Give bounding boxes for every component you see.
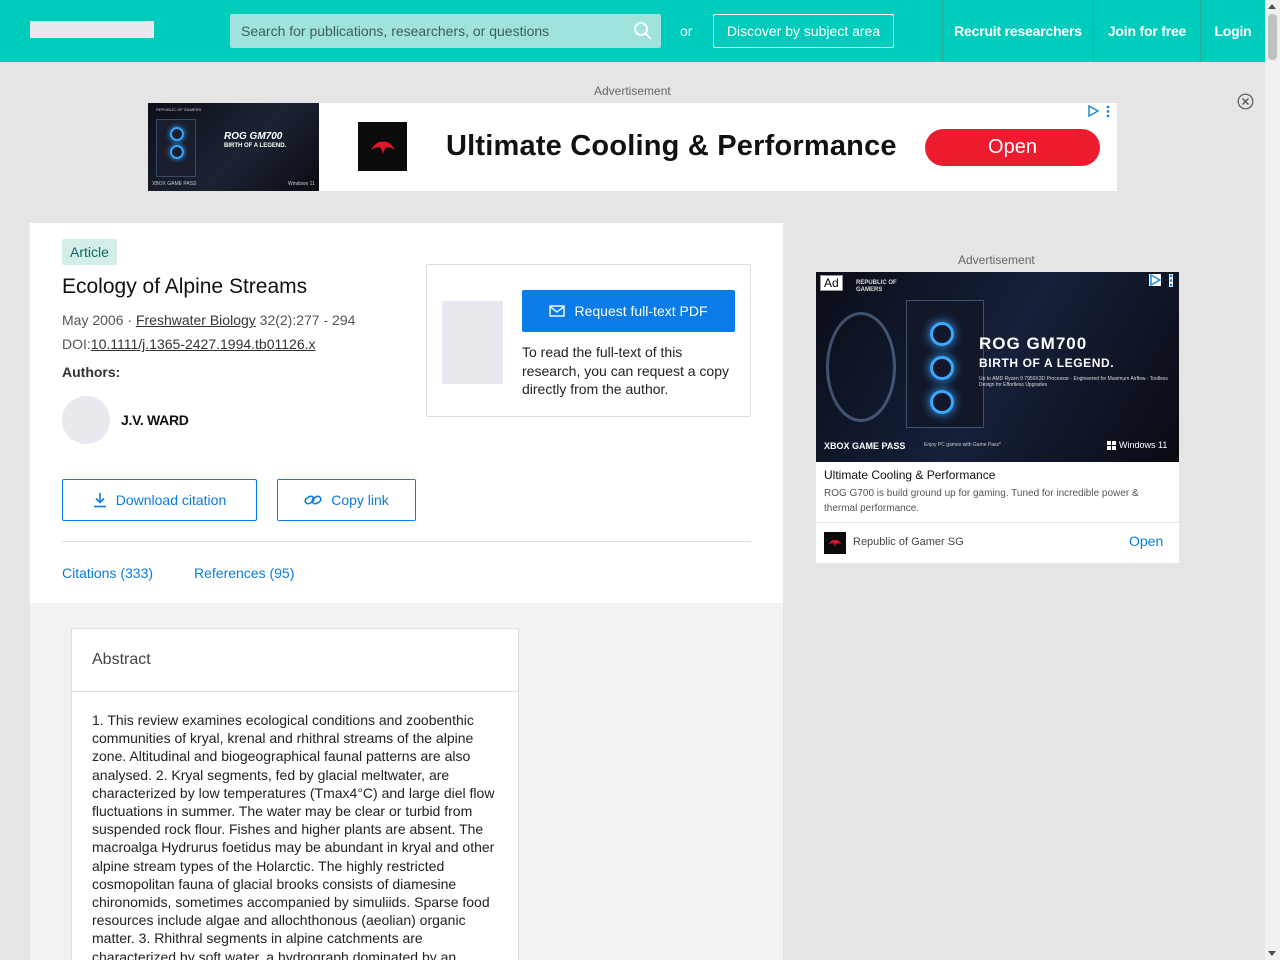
publication-date: May 2006 ·: [62, 312, 136, 328]
fan-graphic: [930, 390, 954, 414]
side-ad-image-headline: ROG GM700: [979, 334, 1088, 353]
search-icon[interactable]: [633, 21, 653, 41]
abstract-heading: Abstract: [92, 651, 151, 668]
advertisement-label: Advertisement: [594, 84, 671, 98]
copy-link-button[interactable]: Copy link: [277, 479, 416, 521]
side-ad-image-subheadline: BIRTH OF A LEGEND.: [979, 356, 1115, 370]
copy-link-label: Copy link: [331, 492, 389, 508]
request-fulltext-box: Request full-text PDF To read the full-t…: [426, 264, 751, 417]
windows-11-badge: Windows 11: [1107, 440, 1167, 450]
publication-pages: 32(2):277 - 294: [255, 312, 356, 328]
top-banner-ad[interactable]: REPUBLIC OF GAMERS ROG GM700 BIRTH OF A …: [148, 103, 1117, 191]
or-separator-text: or: [680, 23, 693, 39]
tab-references[interactable]: References (95): [194, 565, 294, 581]
scroll-up-arrow-icon[interactable]: [1268, 4, 1276, 9]
banner-image-xbox: XBOX GAME PASS: [152, 181, 197, 187]
request-description: To read the full-text of this research, …: [522, 344, 730, 397]
light-ring-graphic: [826, 312, 896, 422]
adchoices-icon[interactable]: [1149, 274, 1161, 286]
ad-options-icon[interactable]: [1106, 105, 1110, 118]
banner-image-title: ROG GM700: [224, 131, 283, 142]
banner-image-subtitle: BIRTH OF A LEGEND.: [224, 143, 287, 149]
banner-image-brand: REPUBLIC OF GAMERS: [156, 107, 202, 112]
scroll-down-arrow-icon[interactable]: [1268, 951, 1276, 956]
fan-graphic: [170, 127, 184, 141]
xbox-game-pass-text: XBOX GAME PASS: [824, 441, 906, 451]
rog-logo-icon: [824, 532, 846, 554]
top-navigation-bar: or Discover by subject area Recruit rese…: [0, 0, 1265, 62]
doi-label: DOI:: [62, 336, 91, 352]
banner-ad-image: REPUBLIC OF GAMERS ROG GM700 BIRTH OF A …: [148, 103, 319, 191]
nav-login[interactable]: Login: [1200, 0, 1265, 62]
request-full-text-label: Request full-text PDF: [574, 303, 708, 319]
windows-11-text: Windows 11: [1119, 440, 1168, 450]
section-divider: [62, 541, 751, 542]
journal-link[interactable]: Freshwater Biology: [136, 312, 256, 328]
publication-type-badge: Article: [62, 239, 117, 265]
abstract-text: 1. This review examines ecological condi…: [92, 712, 495, 960]
rog-logo-icon: [358, 122, 407, 171]
xbox-game-pass-subtext: Enjoy PC games with Game Pass*: [924, 442, 1001, 448]
close-ad-icon[interactable]: [1237, 93, 1254, 110]
request-full-text-button[interactable]: Request full-text PDF: [522, 290, 735, 332]
ad-tag-badge: Ad: [820, 275, 843, 291]
page-scrollbar[interactable]: [1265, 0, 1280, 960]
ad-options-icon[interactable]: [1169, 274, 1173, 287]
avatar[interactable]: [62, 396, 110, 444]
abstract-divider: [72, 691, 518, 692]
side-ad[interactable]: Ad REPUBLIC OF GAMERS ROG GM700 BIRTH OF…: [816, 272, 1179, 563]
nav-recruit-researchers[interactable]: Recruit researchers: [942, 0, 1093, 62]
banner-image-windows: Windows 11: [288, 181, 315, 187]
side-ad-title[interactable]: Ultimate Cooling & Performance: [824, 468, 995, 482]
side-ad-divider: [816, 522, 1179, 523]
doi-line: DOI:10.1111/j.1365-2427.1994.tb01126.x: [62, 336, 316, 352]
site-logo[interactable]: [30, 21, 154, 38]
side-ad-image: Ad REPUBLIC OF GAMERS ROG GM700 BIRTH OF…: [816, 272, 1179, 462]
advertisement-label: Advertisement: [958, 253, 1035, 267]
publication-meta: May 2006 · Freshwater Biology 32(2):277 …: [62, 312, 355, 328]
doi-link[interactable]: 10.1111/j.1365-2427.1994.tb01126.x: [91, 336, 316, 352]
download-icon: [93, 493, 106, 508]
discover-by-subject-button[interactable]: Discover by subject area: [713, 14, 894, 48]
document-thumbnail: [442, 301, 503, 384]
search-box[interactable]: [230, 14, 661, 48]
abstract-card: Abstract 1. This review examines ecologi…: [71, 628, 519, 960]
side-ad-image-specs: Up to AMD Ryzen 9 7950X3D Processor · En…: [979, 376, 1168, 388]
side-ad-advertiser: Republic of Gamer SG: [853, 536, 964, 548]
side-ad-description: ROG G700 is build ground up for gaming. …: [824, 488, 1139, 514]
download-citation-button[interactable]: Download citation: [62, 479, 257, 521]
banner-open-button[interactable]: Open: [925, 129, 1100, 166]
download-citation-label: Download citation: [115, 492, 227, 508]
search-input[interactable]: [230, 14, 630, 48]
author-name-link[interactable]: J.V. WARD: [121, 412, 189, 428]
authors-label: Authors:: [62, 364, 121, 380]
banner-headline: Ultimate Cooling & Performance: [446, 130, 897, 162]
link-icon: [304, 495, 322, 505]
page-title: Ecology of Alpine Streams: [62, 275, 308, 298]
side-ad-open-button[interactable]: Open: [1129, 533, 1163, 549]
scroll-thumb[interactable]: [1268, 14, 1277, 60]
windows-logo-icon: [1107, 440, 1116, 450]
nav-join-for-free[interactable]: Join for free: [1093, 0, 1200, 62]
envelope-icon: [549, 305, 566, 317]
adchoices-icon[interactable]: [1087, 105, 1099, 117]
side-ad-brand-small: REPUBLIC OF GAMERS: [856, 280, 897, 293]
fan-graphic: [170, 145, 184, 159]
tab-citations[interactable]: Citations (333): [62, 565, 153, 581]
fan-graphic: [930, 356, 954, 380]
fan-graphic: [930, 322, 954, 346]
